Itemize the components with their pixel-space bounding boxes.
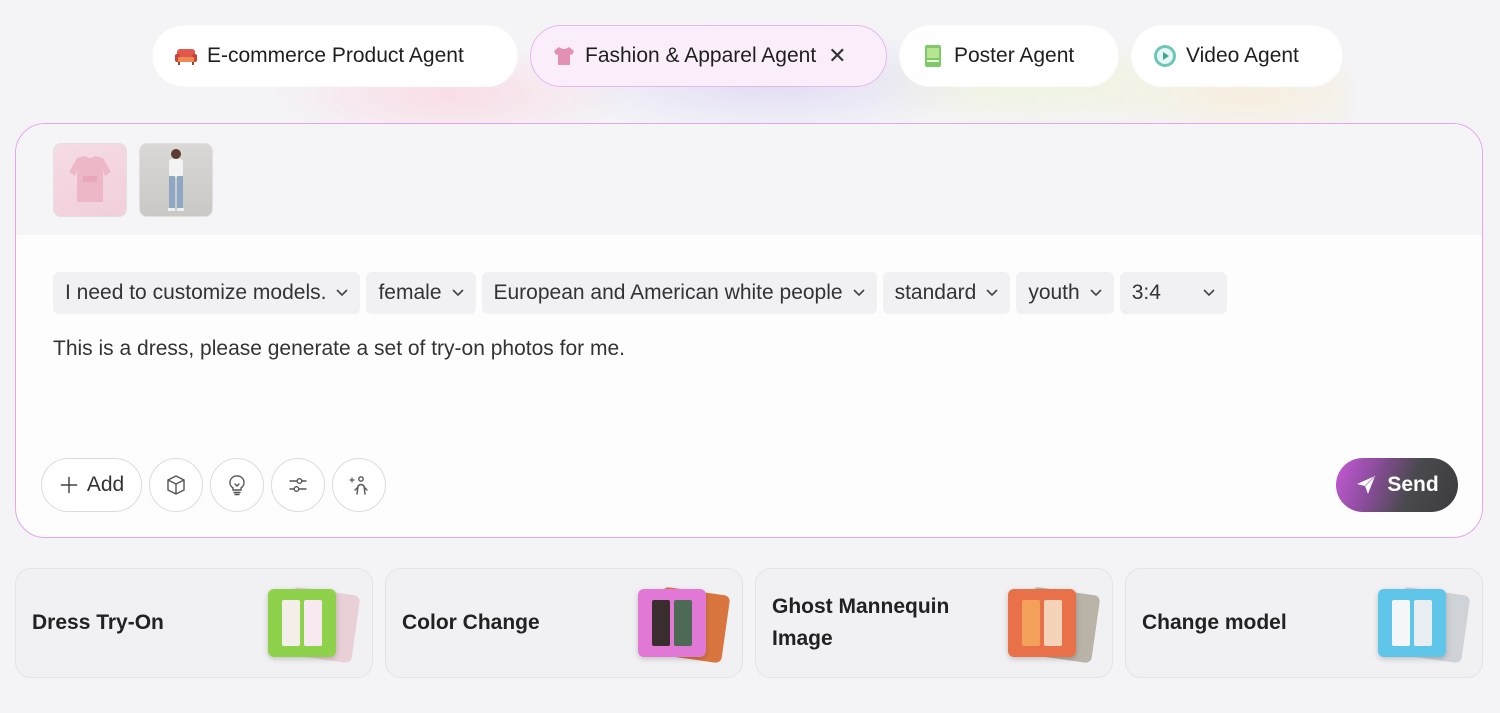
agent-tabs: E-commerce Product Agent Fashion & Appar… [152, 25, 1343, 87]
age-dropdown[interactable]: youth [1016, 272, 1114, 314]
card-thumbnail-stack [268, 585, 361, 665]
prompt-composer: I need to customize models. female Europ… [15, 123, 1483, 538]
card-thumbnail-stack [638, 585, 731, 665]
play-icon [1152, 43, 1178, 69]
card-label: Change model [1142, 611, 1287, 634]
chip-label: youth [1028, 281, 1080, 304]
attachment-bar [16, 124, 1482, 235]
chip-label: female [378, 281, 442, 304]
tab-label: Fashion & Apparel Agent [585, 44, 817, 67]
chevron-down-icon [336, 289, 349, 297]
card-thumbnail-front [1378, 589, 1446, 657]
lightbulb-icon [229, 475, 245, 496]
tab-ecommerce-product-agent[interactable]: E-commerce Product Agent [152, 25, 518, 87]
card-thumbnail-stack [1008, 585, 1101, 665]
gender-dropdown[interactable]: female [366, 272, 476, 314]
card-thumbnail-stack [1378, 585, 1471, 665]
tab-poster-agent[interactable]: Poster Agent [899, 25, 1119, 87]
close-icon[interactable]: ✕ [828, 43, 846, 69]
card-label: Ghost Mannequin Image [772, 595, 950, 650]
card-ghost-mannequin-image[interactable]: Ghost Mannequin Image [755, 568, 1113, 678]
feature-cards: Dress Try-On Color Change Ghost Mannequi… [15, 568, 1483, 678]
chevron-down-icon [1090, 289, 1102, 297]
body-type-dropdown[interactable]: standard [882, 272, 1011, 314]
card-label: Color Change [402, 611, 540, 634]
attachment-model-thumbnail[interactable] [139, 142, 213, 217]
attachment-dress-thumbnail[interactable] [53, 142, 127, 217]
poster-icon [920, 43, 946, 69]
add-label: Add [86, 473, 125, 496]
plus-icon [60, 476, 77, 494]
tab-fashion-apparel-agent[interactable]: Fashion & Apparel Agent ✕ [530, 25, 887, 87]
send-button[interactable]: Send [1336, 458, 1458, 512]
idea-tool-button[interactable] [210, 458, 264, 512]
cube-icon [167, 475, 185, 495]
card-thumbnail-front [268, 589, 336, 657]
composer-toolbar: Add [41, 458, 386, 512]
chip-label: standard [894, 281, 977, 304]
tab-label: E-commerce Product Agent [207, 44, 464, 67]
aspect-ratio-dropdown[interactable]: 3:4 [1119, 272, 1227, 314]
ethnicity-dropdown[interactable]: European and American white people [481, 272, 877, 314]
page: E-commerce Product Agent Fashion & Appar… [0, 0, 1500, 713]
send-label: Send [1387, 473, 1439, 496]
tab-label: Poster Agent [954, 44, 1075, 67]
tshirt-icon [551, 43, 577, 69]
card-color-change[interactable]: Color Change [385, 568, 743, 678]
card-change-model[interactable]: Change model [1125, 568, 1483, 678]
chip-label: European and American white people [493, 281, 843, 304]
chip-label: 3:4 [1131, 281, 1161, 304]
chevron-down-icon [1203, 289, 1215, 297]
person-sparkle-icon [349, 476, 368, 495]
add-button[interactable]: Add [41, 458, 142, 512]
card-thumbnail-front [638, 589, 706, 657]
prompt-text[interactable]: This is a dress, please generate a set o… [53, 337, 625, 361]
tab-label: Video Agent [1186, 44, 1299, 67]
option-chips: I need to customize models. female Europ… [53, 272, 1227, 314]
send-icon [1357, 475, 1376, 494]
settings-tool-button[interactable] [271, 458, 325, 512]
card-label: Dress Try-On [32, 611, 164, 634]
chip-label: I need to customize models. [65, 281, 327, 304]
card-thumbnail-front [1008, 589, 1076, 657]
tab-video-agent[interactable]: Video Agent [1131, 25, 1343, 87]
model-customize-dropdown[interactable]: I need to customize models. [53, 272, 361, 314]
card-dress-try-on[interactable]: Dress Try-On [15, 568, 373, 678]
chevron-down-icon [451, 289, 464, 297]
model-tool-button[interactable] [332, 458, 386, 512]
chevron-down-icon [853, 289, 865, 297]
cube-tool-button[interactable] [149, 458, 203, 512]
chevron-down-icon [986, 289, 998, 297]
sofa-icon [173, 43, 199, 69]
sliders-icon [289, 477, 307, 492]
